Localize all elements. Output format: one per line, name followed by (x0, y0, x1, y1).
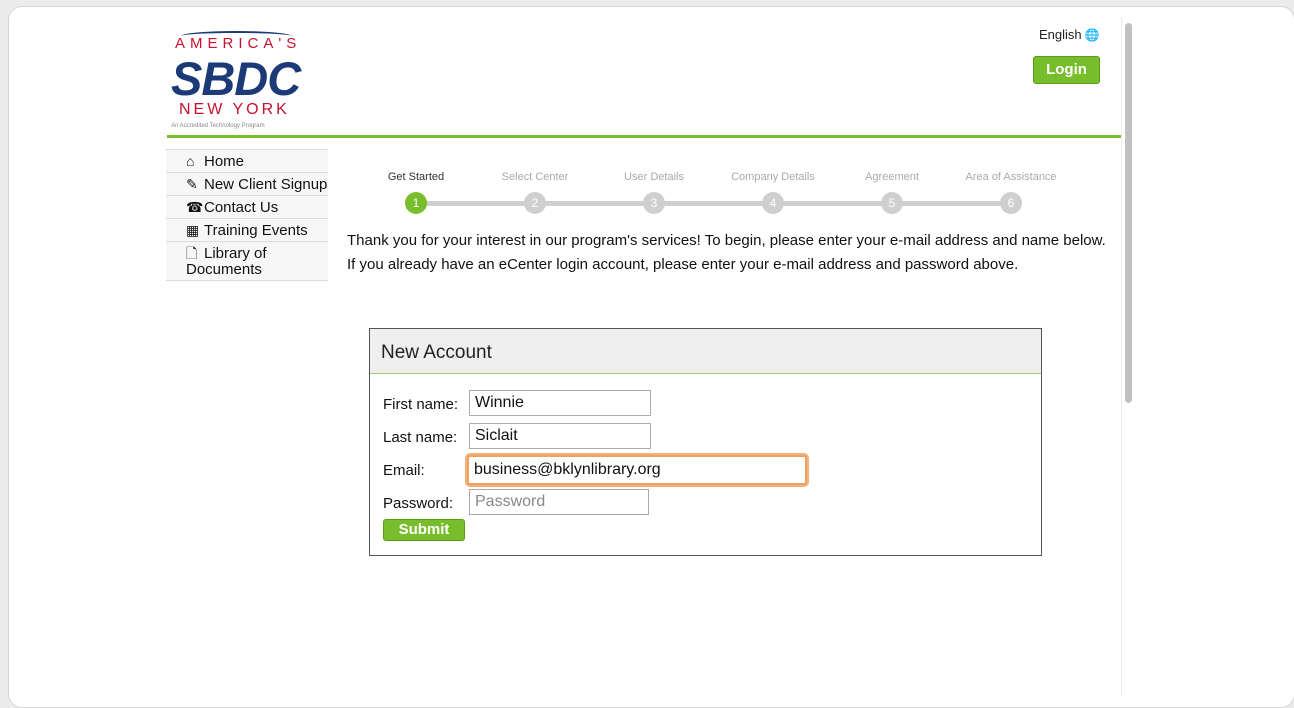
sbdc-logo[interactable]: AMERICA'S SBDC NEW YORK An Accredited Te… (167, 27, 327, 137)
sidebar-item-new-client-signup[interactable]: ✎ New Client Signup (166, 172, 328, 195)
browser-page: AMERICA'S SBDC NEW YORK An Accredited Te… (8, 6, 1294, 708)
password-label: Password: (383, 495, 454, 512)
last-name-input[interactable] (469, 423, 651, 449)
pencil-icon: ✎ (186, 176, 198, 192)
panel-title: New Account (370, 329, 1041, 374)
logo-sub-text: NEW YORK (179, 101, 290, 118)
sidebar-item-home[interactable]: ⌂ Home (166, 149, 328, 172)
email-input[interactable] (467, 455, 807, 485)
step-3-circle: 3 (643, 192, 665, 214)
logo-tagline: An Accredited Technology Program (171, 123, 265, 129)
step-4-circle: 4 (762, 192, 784, 214)
submit-button[interactable]: Submit (383, 519, 465, 541)
sidebar-item-contact-us[interactable]: ☎Contact Us (166, 195, 328, 218)
intro-text: Thank you for your interest in our progr… (347, 232, 1106, 273)
phone-icon: ☎ (186, 199, 204, 215)
document-icon: 🗋 (186, 245, 198, 261)
sidebar-item-label: Training Events (204, 222, 308, 239)
sidebar-item-library-of-documents[interactable]: 🗋 Library of Documents (166, 241, 328, 281)
email-label: Email: (383, 462, 425, 479)
password-input[interactable] (469, 489, 649, 515)
sidebar-item-label: New Client Signup (204, 176, 328, 193)
step-2-circle: 2 (524, 192, 546, 214)
step-1-circle: 1 (405, 192, 427, 214)
header-divider (167, 135, 1122, 138)
home-icon: ⌂ (186, 153, 195, 169)
language-selector[interactable]: English 🌐 (1039, 27, 1100, 42)
step-label-get-started: Get Started (387, 171, 445, 183)
logo-top-text: AMERICA'S (175, 35, 302, 52)
step-label-area-of-assistance: Area of Assistance (965, 171, 1057, 183)
calendar-icon: ▦ (186, 222, 200, 238)
step-5-circle: 5 (881, 192, 903, 214)
login-button[interactable]: Login (1033, 56, 1100, 84)
steps-track (416, 201, 1014, 206)
sidebar-item-label: Contact Us (204, 199, 279, 216)
step-label-user-details: User Details (624, 171, 684, 183)
sidebar-item-training-events[interactable]: ▦ Training Events (166, 218, 328, 241)
step-label-company-details: Company Details (731, 171, 815, 183)
first-name-input[interactable] (469, 390, 651, 416)
last-name-label: Last name: (383, 429, 458, 446)
scrollbar-thumb[interactable] (1125, 23, 1132, 403)
step-label-agreement: Agreement (865, 171, 919, 183)
language-label: English (1039, 27, 1082, 42)
step-6-circle: 6 (1000, 192, 1022, 214)
new-account-panel: New Account First name: Last name: Email… (369, 328, 1042, 556)
first-name-label: First name: (383, 396, 459, 413)
globe-icon: 🌐 (1084, 27, 1100, 42)
signup-progress-steps: Get Started 1 Select Center 2 User Detai… (359, 167, 1079, 217)
sidebar-item-label: Home (204, 153, 245, 170)
step-label-select-center: Select Center (501, 171, 569, 183)
logo-main-text: SBDC (171, 52, 301, 105)
sidebar-nav: ⌂ Home ✎ New Client Signup ☎Contact Us ▦ Tr… (166, 149, 328, 281)
